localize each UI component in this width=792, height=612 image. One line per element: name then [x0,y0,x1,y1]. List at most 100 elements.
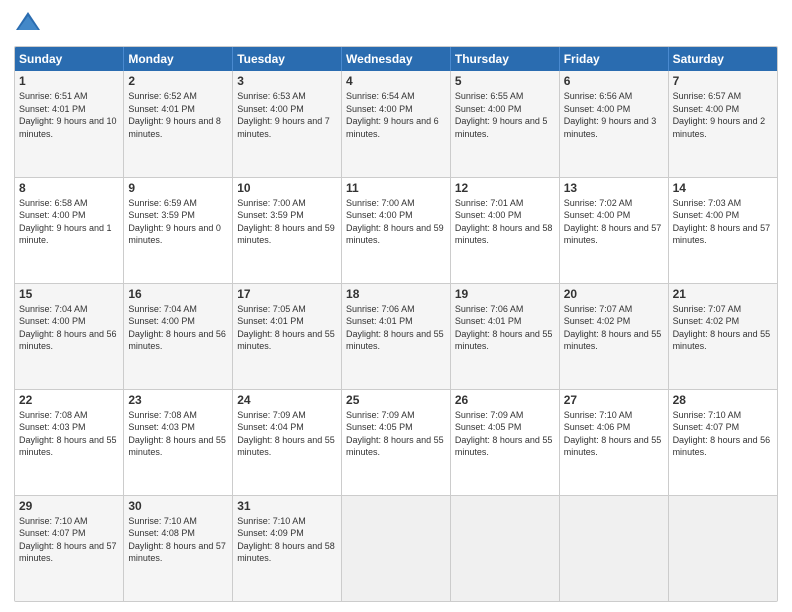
day-info: Sunrise: 7:10 AMSunset: 4:07 PMDaylight:… [19,515,119,565]
day-cell: 5 Sunrise: 6:55 AMSunset: 4:00 PMDaylight… [450,71,559,177]
day-info: Sunrise: 6:53 AMSunset: 4:00 PMDaylight:… [237,90,337,140]
day-info: Sunrise: 7:07 AMSunset: 4:02 PMDaylight:… [564,303,664,353]
day-number: 22 [19,393,119,407]
day-cell: 24 Sunrise: 7:09 AMSunset: 4:04 PMDayligh… [233,389,342,495]
day-cell [559,495,668,601]
day-number: 2 [128,74,228,88]
day-info: Sunrise: 7:10 AMSunset: 4:06 PMDaylight:… [564,409,664,459]
day-info: Sunrise: 7:04 AMSunset: 4:00 PMDaylight:… [19,303,119,353]
day-number: 13 [564,181,664,195]
day-info: Sunrise: 6:58 AMSunset: 4:00 PMDaylight:… [19,197,119,247]
day-info: Sunrise: 7:00 AMSunset: 3:59 PMDaylight:… [237,197,337,247]
day-cell: 2Sunrise: 6:52 AMSunset: 4:01 PMDaylight… [124,71,233,177]
day-cell: 30 Sunrise: 7:10 AMSunset: 4:08 PMDayligh… [124,495,233,601]
day-number: 18 [346,287,446,301]
day-cell [342,495,451,601]
day-info: Sunrise: 7:06 AMSunset: 4:01 PMDaylight:… [346,303,446,353]
day-info: Sunrise: 7:09 AMSunset: 4:05 PMDaylight:… [455,409,555,459]
day-number: 28 [673,393,773,407]
day-number: 19 [455,287,555,301]
day-header-tuesday: Tuesday [233,47,342,71]
day-number: 5 [455,74,555,88]
day-cell: 12 Sunrise: 7:01 AMSunset: 4:00 PMDayligh… [450,177,559,283]
day-number: 17 [237,287,337,301]
day-cell: 22 Sunrise: 7:08 AMSunset: 4:03 PMDayligh… [15,389,124,495]
day-number: 29 [19,499,119,513]
header-row: SundayMondayTuesdayWednesdayThursdayFrid… [15,47,777,71]
day-info: Sunrise: 7:05 AMSunset: 4:01 PMDaylight:… [237,303,337,353]
day-cell: 13 Sunrise: 7:02 AMSunset: 4:00 PMDayligh… [559,177,668,283]
day-number: 10 [237,181,337,195]
day-cell: 25 Sunrise: 7:09 AMSunset: 4:05 PMDayligh… [342,389,451,495]
day-cell: 10 Sunrise: 7:00 AMSunset: 3:59 PMDayligh… [233,177,342,283]
day-cell: 31 Sunrise: 7:10 AMSunset: 4:09 PMDayligh… [233,495,342,601]
day-info: Sunrise: 7:07 AMSunset: 4:02 PMDaylight:… [673,303,773,353]
day-cell: 11 Sunrise: 7:00 AMSunset: 4:00 PMDayligh… [342,177,451,283]
day-cell: 29 Sunrise: 7:10 AMSunset: 4:07 PMDayligh… [15,495,124,601]
day-number: 31 [237,499,337,513]
day-number: 12 [455,181,555,195]
day-number: 1 [19,74,119,88]
page: SundayMondayTuesdayWednesdayThursdayFrid… [0,0,792,612]
day-cell: 7 Sunrise: 6:57 AMSunset: 4:00 PMDaylight… [668,71,777,177]
day-cell: 1 Sunrise: 6:51 AMSunset: 4:01 PMDaylight… [15,71,124,177]
day-info: Sunrise: 6:54 AMSunset: 4:00 PMDaylight:… [346,90,446,140]
day-info: Sunrise: 7:01 AMSunset: 4:00 PMDaylight:… [455,197,555,247]
day-cell: 21Sunrise: 7:07 AMSunset: 4:02 PMDayligh… [668,283,777,389]
day-info: Sunrise: 6:55 AMSunset: 4:00 PMDaylight:… [455,90,555,140]
day-number: 7 [673,74,773,88]
day-info: Sunrise: 7:09 AMSunset: 4:05 PMDaylight:… [346,409,446,459]
day-header-monday: Monday [124,47,233,71]
logo [14,10,46,38]
day-cell: 14Sunrise: 7:03 AMSunset: 4:00 PMDayligh… [668,177,777,283]
day-cell: 16 Sunrise: 7:04 AMSunset: 4:00 PMDayligh… [124,283,233,389]
day-number: 30 [128,499,228,513]
day-number: 11 [346,181,446,195]
day-number: 20 [564,287,664,301]
week-row-1: 1 Sunrise: 6:51 AMSunset: 4:01 PMDaylight… [15,71,777,177]
header [14,10,778,38]
day-cell: 23Sunrise: 7:08 AMSunset: 4:03 PMDayligh… [124,389,233,495]
day-number: 8 [19,181,119,195]
day-info: Sunrise: 7:10 AMSunset: 4:08 PMDaylight:… [128,515,228,565]
day-header-sunday: Sunday [15,47,124,71]
day-header-wednesday: Wednesday [342,47,451,71]
day-cell: 20 Sunrise: 7:07 AMSunset: 4:02 PMDayligh… [559,283,668,389]
day-cell: 4Sunrise: 6:54 AMSunset: 4:00 PMDaylight… [342,71,451,177]
day-cell: 27 Sunrise: 7:10 AMSunset: 4:06 PMDayligh… [559,389,668,495]
day-info: Sunrise: 7:10 AMSunset: 4:09 PMDaylight:… [237,515,337,565]
calendar-header: SundayMondayTuesdayWednesdayThursdayFrid… [15,47,777,71]
day-cell: 9Sunrise: 6:59 AMSunset: 3:59 PMDaylight… [124,177,233,283]
day-number: 16 [128,287,228,301]
day-info: Sunrise: 6:57 AMSunset: 4:00 PMDaylight:… [673,90,773,140]
day-header-thursday: Thursday [450,47,559,71]
day-info: Sunrise: 7:08 AMSunset: 4:03 PMDaylight:… [19,409,119,459]
day-cell [668,495,777,601]
day-info: Sunrise: 6:59 AMSunset: 3:59 PMDaylight:… [128,197,228,247]
day-number: 14 [673,181,773,195]
day-number: 25 [346,393,446,407]
day-cell [450,495,559,601]
day-info: Sunrise: 7:09 AMSunset: 4:04 PMDaylight:… [237,409,337,459]
day-number: 3 [237,74,337,88]
day-info: Sunrise: 7:00 AMSunset: 4:00 PMDaylight:… [346,197,446,247]
day-info: Sunrise: 7:04 AMSunset: 4:00 PMDaylight:… [128,303,228,353]
day-info: Sunrise: 6:56 AMSunset: 4:00 PMDaylight:… [564,90,664,140]
day-number: 24 [237,393,337,407]
day-cell: 19Sunrise: 7:06 AMSunset: 4:01 PMDayligh… [450,283,559,389]
week-row-3: 15Sunrise: 7:04 AMSunset: 4:00 PMDayligh… [15,283,777,389]
day-number: 26 [455,393,555,407]
logo-icon [14,10,42,38]
day-header-friday: Friday [559,47,668,71]
day-cell: 28Sunrise: 7:10 AMSunset: 4:07 PMDayligh… [668,389,777,495]
day-cell: 3 Sunrise: 6:53 AMSunset: 4:00 PMDaylight… [233,71,342,177]
week-row-4: 22 Sunrise: 7:08 AMSunset: 4:03 PMDayligh… [15,389,777,495]
day-cell: 15Sunrise: 7:04 AMSunset: 4:00 PMDayligh… [15,283,124,389]
day-cell: 8 Sunrise: 6:58 AMSunset: 4:00 PMDaylight… [15,177,124,283]
day-cell: 18 Sunrise: 7:06 AMSunset: 4:01 PMDayligh… [342,283,451,389]
day-info: Sunrise: 6:51 AMSunset: 4:01 PMDaylight:… [19,90,119,140]
day-info: Sunrise: 7:02 AMSunset: 4:00 PMDaylight:… [564,197,664,247]
day-cell: 17 Sunrise: 7:05 AMSunset: 4:01 PMDayligh… [233,283,342,389]
day-number: 27 [564,393,664,407]
day-cell: 26 Sunrise: 7:09 AMSunset: 4:05 PMDayligh… [450,389,559,495]
